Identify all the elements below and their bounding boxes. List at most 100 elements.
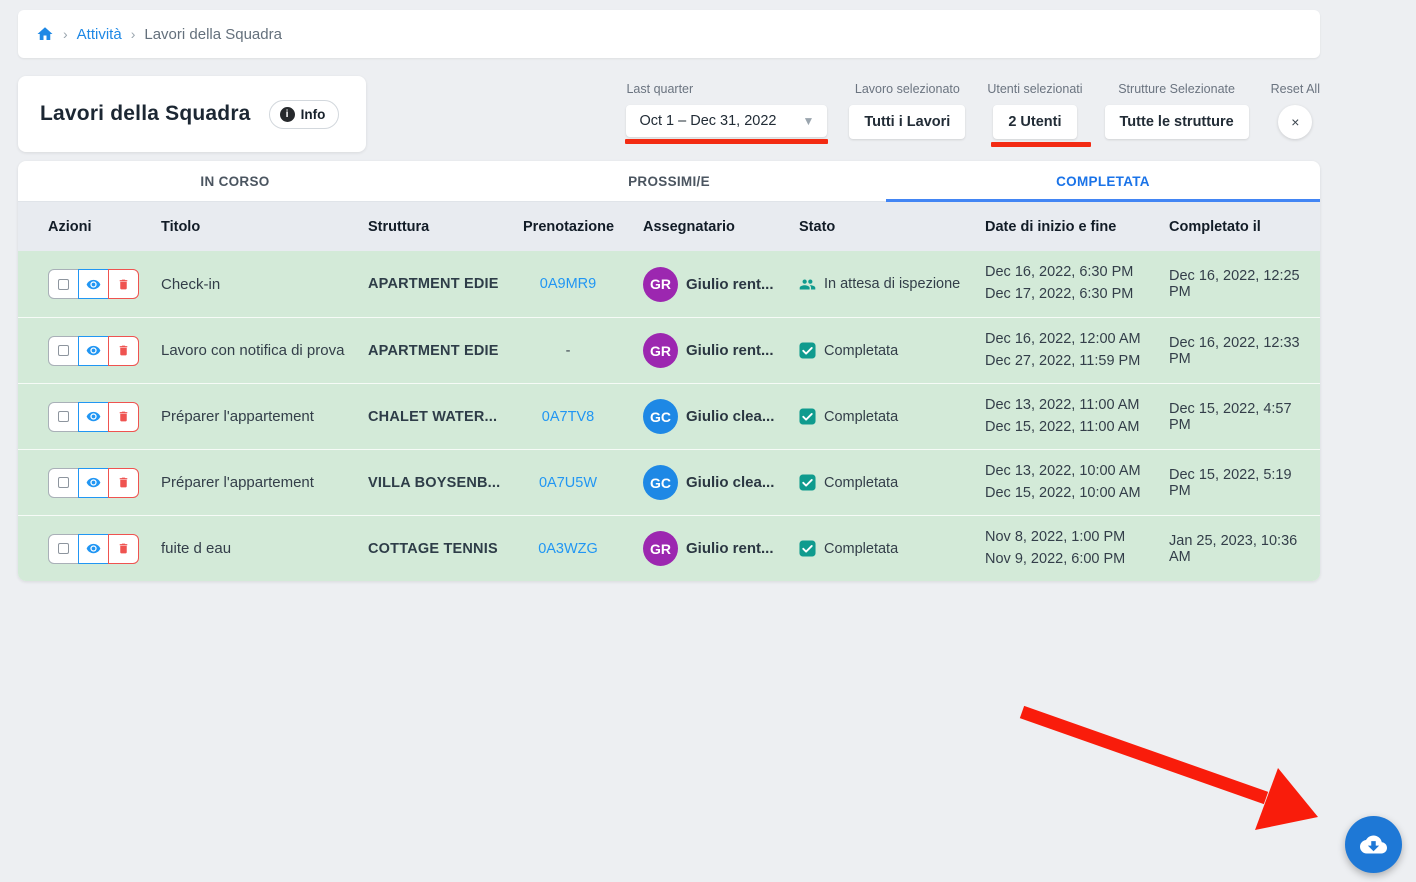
check-square-icon [799, 540, 816, 557]
status-badge: In attesa di ispezione [799, 276, 985, 293]
col-header-assegnatario: Assegnatario [643, 219, 799, 235]
delete-row-button[interactable] [108, 534, 139, 564]
checkbox-icon [58, 411, 69, 422]
assignee-name: Giulio clea... [686, 474, 774, 491]
trash-icon [117, 476, 130, 489]
export-fab-button[interactable] [1345, 816, 1402, 873]
booking-code-link[interactable]: 0A7TV8 [542, 409, 594, 425]
trash-icon [117, 344, 130, 357]
col-header-titolo: Titolo [161, 219, 368, 235]
view-row-button[interactable] [78, 468, 109, 498]
filter-group-date: Last quarter Oct 1 – Dec 31, 2022 ▼ [626, 82, 827, 137]
select-row-checkbox-button[interactable] [48, 402, 79, 432]
end-date: Dec 27, 2022, 11:59 PM [985, 351, 1169, 373]
row-actions [48, 269, 161, 299]
filter-group-job: Lavoro selezionato Tutti i Lavori [849, 82, 965, 139]
filter-label-reset: Reset All [1271, 82, 1320, 96]
check-square-icon [799, 342, 816, 359]
row-actions [48, 468, 161, 498]
completed-at: Jan 25, 2023, 10:36 AM [1169, 533, 1302, 565]
status-label: Completata [824, 475, 898, 491]
avatar: GR [643, 333, 678, 368]
col-header-prenotazione: Prenotazione [523, 219, 643, 235]
col-header-azioni: Azioni [48, 219, 161, 235]
job-title: fuite d eau [161, 540, 368, 557]
date-range-value: Oct 1 – Dec 31, 2022 [639, 113, 776, 129]
structure-name: VILLA BOYSENB... [368, 475, 523, 491]
table-row: Préparer l'appartement VILLA BOYSENB... … [18, 449, 1320, 515]
table-row: Lavoro con notifica di prova APARTMENT E… [18, 317, 1320, 383]
table-row: Check-in APARTMENT EDIE 0A9MR9 GR Giulio… [18, 251, 1320, 317]
view-row-button[interactable] [78, 336, 109, 366]
end-date: Nov 9, 2022, 6:00 PM [985, 549, 1169, 571]
start-date: Dec 13, 2022, 11:00 AM [985, 395, 1169, 417]
tab-prossimi[interactable]: PROSSIMI/E [452, 161, 886, 202]
completed-at: Dec 16, 2022, 12:33 PM [1169, 335, 1302, 367]
status-badge: Completata [799, 474, 985, 491]
date-range-cell: Dec 13, 2022, 11:00 AM Dec 15, 2022, 11:… [985, 395, 1169, 439]
avatar: GR [643, 267, 678, 302]
filter-group-users: Utenti selezionati 2 Utenti [987, 82, 1082, 139]
eye-icon [86, 277, 101, 292]
delete-row-button[interactable] [108, 402, 139, 432]
delete-row-button[interactable] [108, 269, 139, 299]
col-header-completato: Completato il [1169, 219, 1302, 235]
view-row-button[interactable] [78, 534, 109, 564]
select-row-checkbox-button[interactable] [48, 269, 79, 299]
booking-code-link[interactable]: 0A3WZG [538, 541, 598, 557]
status-badge: Completata [799, 408, 985, 425]
row-actions [48, 336, 161, 366]
job-title: Préparer l'appartement [161, 474, 368, 491]
table-header: Azioni Titolo Struttura Prenotazione Ass… [18, 202, 1320, 251]
end-date: Dec 15, 2022, 11:00 AM [985, 417, 1169, 439]
table-row: Préparer l'appartement CHALET WATER... 0… [18, 383, 1320, 449]
date-range-cell: Nov 8, 2022, 1:00 PM Nov 9, 2022, 6:00 P… [985, 527, 1169, 571]
info-button[interactable]: i Info [269, 100, 340, 129]
booking-code-link[interactable]: 0A7U5W [539, 475, 597, 491]
completed-at: Dec 15, 2022, 4:57 PM [1169, 401, 1302, 433]
date-range-select[interactable]: Oct 1 – Dec 31, 2022 ▼ [626, 105, 827, 137]
job-filter-button[interactable]: Tutti i Lavori [849, 105, 965, 139]
info-button-label: Info [301, 107, 326, 122]
assignee-cell: GR Giulio rent... [643, 333, 799, 368]
status-badge: Completata [799, 342, 985, 359]
date-range-cell: Dec 16, 2022, 12:00 AM Dec 27, 2022, 11:… [985, 329, 1169, 373]
eye-icon [86, 343, 101, 358]
tab-in-corso[interactable]: IN CORSO [18, 161, 452, 202]
select-row-checkbox-button[interactable] [48, 336, 79, 366]
view-row-button[interactable] [78, 402, 109, 432]
filter-label-structures: Strutture Selezionate [1118, 82, 1235, 96]
assignee-cell: GR Giulio rent... [643, 531, 799, 566]
users-filter-button[interactable]: 2 Utenti [993, 105, 1076, 139]
col-header-struttura: Struttura [368, 219, 523, 235]
checkbox-icon [58, 543, 69, 554]
delete-row-button[interactable] [108, 468, 139, 498]
select-row-checkbox-button[interactable] [48, 534, 79, 564]
filter-label-users: Utenti selezionati [987, 82, 1082, 96]
tab-completata[interactable]: COMPLETATA [886, 161, 1320, 202]
breadcrumb: › Attività › Lavori della Squadra [18, 10, 1320, 58]
select-row-checkbox-button[interactable] [48, 468, 79, 498]
filter-label-job: Lavoro selezionato [855, 82, 960, 96]
view-row-button[interactable] [78, 269, 109, 299]
checkbox-icon [58, 345, 69, 356]
eye-icon [86, 409, 101, 424]
job-title: Check-in [161, 276, 368, 293]
annotation-arrow [1000, 690, 1340, 840]
assignee-cell: GC Giulio clea... [643, 399, 799, 434]
date-range-cell: Dec 13, 2022, 10:00 AM Dec 15, 2022, 10:… [985, 461, 1169, 505]
checkbox-icon [58, 279, 69, 290]
col-header-stato: Stato [799, 219, 985, 235]
reset-all-button[interactable]: × [1278, 105, 1312, 139]
home-icon[interactable] [36, 25, 54, 43]
delete-row-button[interactable] [108, 336, 139, 366]
breadcrumb-link-attivita[interactable]: Attività [77, 26, 122, 43]
booking-code-link: - [566, 343, 571, 359]
filter-group-structures: Strutture Selezionate Tutte le strutture [1105, 82, 1249, 139]
job-title: Lavoro con notifica di prova [161, 342, 368, 359]
structures-filter-button[interactable]: Tutte le strutture [1105, 105, 1249, 139]
status-badge: Completata [799, 540, 985, 557]
tab-bar: IN CORSO PROSSIMI/E COMPLETATA [18, 161, 1320, 202]
booking-code-link[interactable]: 0A9MR9 [540, 276, 596, 292]
trash-icon [117, 542, 130, 555]
